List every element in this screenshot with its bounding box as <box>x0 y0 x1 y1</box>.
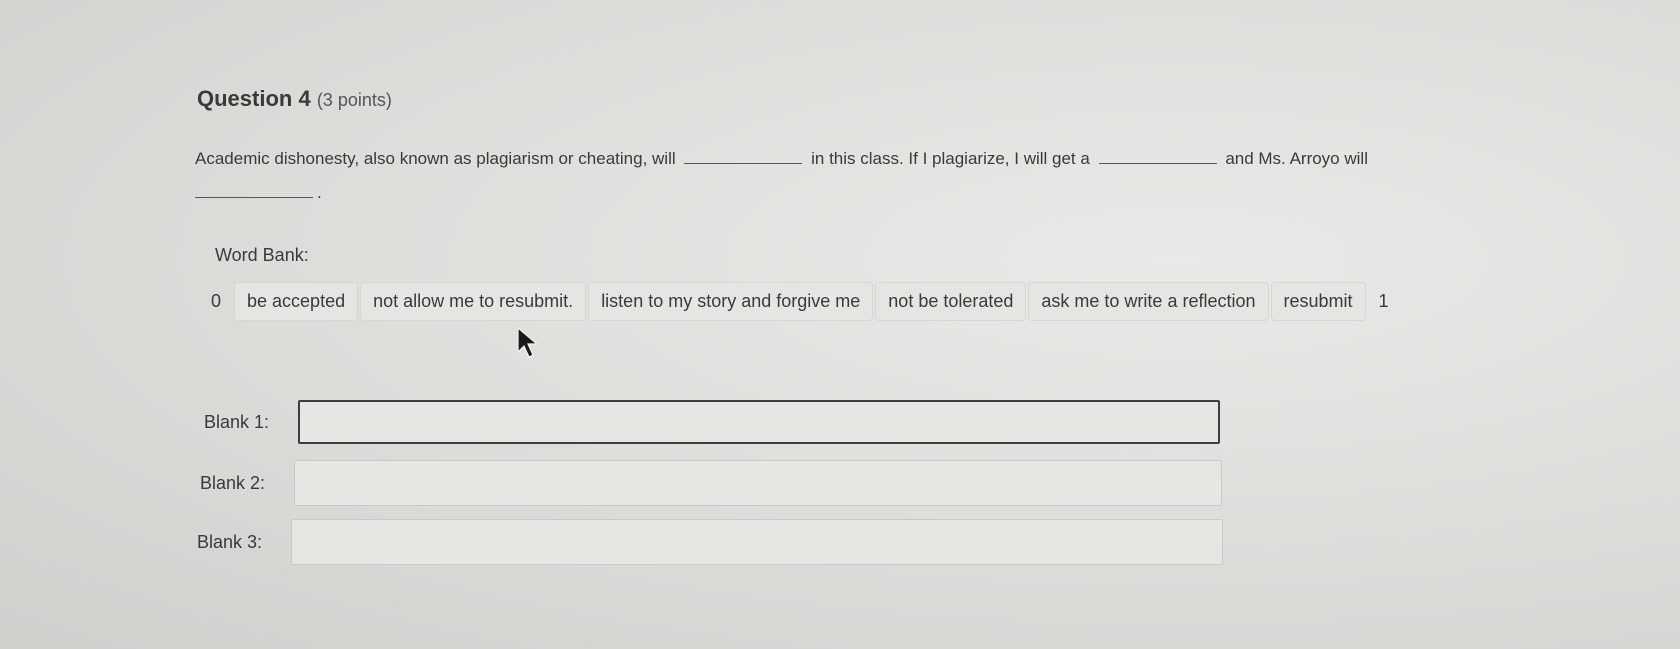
word-bank-item[interactable]: resubmit <box>1270 281 1366 321</box>
mouse-pointer-icon <box>517 326 539 358</box>
inline-blank-3 <box>195 183 313 198</box>
word-bank-item[interactable]: not be tolerated <box>875 281 1027 321</box>
word-bank-item[interactable]: be accepted <box>234 281 359 321</box>
blank-2-label: Blank 2: <box>200 472 266 493</box>
word-bank-item[interactable]: listen to my story and forgive me <box>588 281 874 321</box>
question-text-part3: and Ms. Arroyo will <box>1225 149 1368 168</box>
blank-row-3: Blank 3: <box>197 519 1223 565</box>
blank-1-label: Blank 1: <box>204 411 270 432</box>
blank-2-input[interactable] <box>294 460 1222 506</box>
question-header: Question 4 (3 points) <box>197 86 392 112</box>
word-bank: 0 be accepted not allow me to resubmit. … <box>200 280 1402 322</box>
question-text: Academic dishonesty, also known as plagi… <box>195 142 1635 210</box>
blank-3-label: Blank 3: <box>197 531 263 552</box>
word-bank-item[interactable]: ask me to write a reflection <box>1028 281 1269 321</box>
blank-3-input[interactable] <box>291 519 1223 565</box>
inline-blank-2 <box>1098 149 1217 164</box>
word-bank-item[interactable]: not allow me to resubmit. <box>360 281 587 321</box>
question-title: Question 4 <box>197 86 311 111</box>
question-points: (3 points) <box>316 90 392 110</box>
word-bank-item[interactable]: 0 <box>200 282 232 321</box>
blank-1-input[interactable] <box>298 400 1220 444</box>
word-bank-item[interactable]: 1 <box>1368 282 1400 321</box>
word-bank-label: Word Bank: <box>215 245 309 265</box>
inline-blank-1 <box>684 149 803 164</box>
question-text-part2: in this class. If I plagiarize, I will g… <box>811 149 1090 168</box>
question-text-part1: Academic dishonesty, also known as plagi… <box>195 149 676 168</box>
question-text-end: . <box>317 183 322 202</box>
question-4: Question 4 (3 points) Academic dishonest… <box>0 0 1680 649</box>
blank-row-1: Blank 1: <box>204 400 1220 444</box>
blank-row-2: Blank 2: <box>200 460 1222 506</box>
